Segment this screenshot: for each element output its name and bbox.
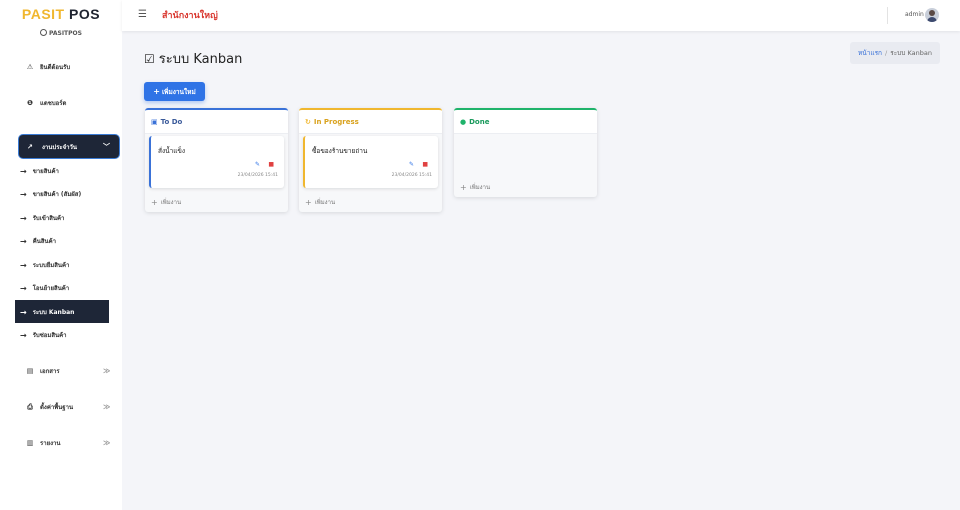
avatar[interactable]	[925, 8, 939, 22]
warning-icon: ⚠	[26, 63, 34, 71]
sidebar-subitem-label: รับเข้าสินค้า	[32, 215, 65, 222]
sidebar-subitem-repair[interactable]: → รับซ่อมสินค้า	[20, 330, 67, 340]
breadcrumb-separator: /	[885, 49, 888, 57]
user-circle-icon	[40, 29, 48, 36]
trash-icon[interactable]: ■	[422, 161, 428, 168]
chevron-right-icon: ≫	[103, 367, 111, 375]
arrow-right-icon: →	[20, 213, 27, 223]
column-header: ↻ In Progress	[299, 108, 442, 134]
chevron-down-icon: ﹀	[103, 142, 110, 151]
user-name[interactable]: admin	[905, 11, 924, 18]
column-title: Done	[469, 117, 490, 126]
sidebar-item-documents[interactable]: ▤ เอกสาร ≫	[26, 366, 111, 376]
sidebar-subitem-sell-touch[interactable]: → ขายสินค้า (สัมผัส)	[20, 189, 81, 199]
sidebar-subitem-label: ขายสินค้า (สัมผัส)	[32, 191, 82, 198]
breadcrumb: หน้าแรก / ระบบ Kanban	[850, 42, 940, 64]
column-add-label: เพิ่มงาน	[314, 199, 336, 206]
card-timestamp: 23/04/2026 15:41	[237, 173, 278, 178]
sidebar: PASIT POS PASITPOS ⚠ ยินดีต้อนรับ ❶ แดชบ…	[0, 0, 122, 510]
chevron-right-icon: ≫	[103, 439, 111, 447]
sidebar-subitem-return[interactable]: → คืนสินค้า	[20, 236, 56, 246]
sidebar-item-label: รายงาน	[40, 440, 61, 447]
column-add-task[interactable]: + เพิ่มงาน	[151, 197, 181, 207]
sidebar-subitem-sell[interactable]: → ขายสินค้า	[20, 166, 59, 176]
add-task-label: เพิ่มงานใหม่	[161, 87, 196, 96]
sidebar-group-label: งานประจำวัน	[42, 143, 78, 151]
column-title: To Do	[160, 117, 183, 126]
arrow-right-icon: →	[20, 307, 27, 317]
menu-icon[interactable]: ☰	[138, 9, 147, 20]
plus-icon: +	[151, 197, 158, 207]
plus-icon: +	[305, 197, 312, 207]
header-divider	[887, 7, 888, 24]
breadcrumb-home[interactable]: หน้าแรก	[858, 48, 882, 58]
column-title: In Progress	[313, 117, 359, 126]
brand-logo[interactable]: PASIT POS	[0, 6, 122, 22]
sidebar-item-welcome[interactable]: ⚠ ยินดีต้อนรับ	[26, 62, 70, 72]
add-task-button[interactable]: + เพิ่มงานใหม่	[144, 82, 205, 101]
report-icon: ▥	[26, 439, 34, 447]
card-timestamp: 23/04/2026 15:41	[391, 173, 432, 178]
card-title: ซื้อของร้านขายถ่าน	[312, 147, 368, 155]
sidebar-item-reports[interactable]: ▥ รายงาน ≫	[26, 438, 111, 448]
card-title: สั่งน้ำแข็ง	[158, 147, 186, 155]
column-header: ● Done	[454, 108, 597, 134]
sidebar-subitem-label: รับซ่อมสินค้า	[32, 332, 67, 339]
sidebar-item-dashboard[interactable]: ❶ แดชบอร์ด	[26, 98, 66, 108]
info-icon: ❶	[27, 99, 33, 107]
arrow-right-icon: →	[20, 166, 27, 176]
sidebar-subitem-label: ระบบยืมสินค้า	[32, 262, 70, 269]
document-icon: ▤	[26, 367, 34, 375]
kanban-card[interactable]: สั่งน้ำแข็ง ✎ ■ 23/04/2026 15:41	[149, 136, 284, 188]
kanban-card[interactable]: ซื้อของร้านขายถ่าน ✎ ■ 23/04/2026 15:41	[303, 136, 438, 188]
top-header: ☰ สำนักงานใหญ่ admin	[122, 0, 960, 31]
clipboard-icon: ▣	[151, 117, 158, 126]
sidebar-subitem-label: คืนสินค้า	[32, 238, 56, 245]
arrow-right-icon: →	[20, 260, 27, 270]
page-title-text: ระบบ Kanban	[158, 52, 243, 67]
arrow-right-icon: →	[20, 283, 27, 293]
arrow-right-icon: →	[20, 189, 27, 199]
chevron-right-icon: ≫	[103, 403, 111, 411]
column-add-task[interactable]: + เพิ่มงาน	[460, 182, 490, 192]
arrow-right-icon: →	[20, 236, 27, 246]
kanban-column-in-progress: ↻ In Progress ซื้อของร้านขายถ่าน ✎ ■ 23/…	[299, 108, 442, 212]
sidebar-subitem-borrow[interactable]: → ระบบยืมสินค้า	[20, 260, 69, 270]
sidebar-group-daily-work[interactable]: ↗ งานประจำวัน ﹀	[19, 135, 119, 158]
sidebar-subitem-label: ขายสินค้า	[32, 168, 59, 175]
page-title: ☑ ระบบ Kanban	[144, 48, 242, 69]
sidebar-subitem-label: โอนย้ายสินค้า	[32, 285, 70, 292]
breadcrumb-current: ระบบ Kanban	[890, 49, 932, 57]
sidebar-subitem-kanban[interactable]: → ระบบ Kanban	[20, 307, 74, 317]
trend-icon: ↗	[27, 142, 33, 151]
printer-icon: ⎙	[27, 402, 33, 411]
column-add-label: เพิ่มงาน	[160, 199, 182, 206]
check-circle-icon: ●	[460, 117, 467, 126]
sidebar-subitem-receive[interactable]: → รับเข้าสินค้า	[20, 213, 64, 223]
sidebar-item-label: แดชบอร์ด	[40, 100, 67, 107]
edit-icon[interactable]: ✎	[255, 161, 260, 168]
column-add-task[interactable]: + เพิ่มงาน	[305, 197, 335, 207]
spinner-icon: ↻	[305, 117, 311, 126]
checklist-icon: ☑	[144, 51, 155, 66]
sidebar-item-label: เอกสาร	[40, 368, 60, 375]
branch-name[interactable]: สำนักงานใหญ่	[162, 8, 218, 22]
arrow-right-icon: →	[20, 330, 27, 340]
edit-icon[interactable]: ✎	[409, 161, 414, 168]
plus-icon: +	[153, 87, 160, 96]
column-add-label: เพิ่มงาน	[469, 184, 491, 191]
sidebar-subitem-label: ระบบ Kanban	[32, 309, 75, 316]
sidebar-subitem-transfer[interactable]: → โอนย้ายสินค้า	[20, 283, 69, 293]
kanban-column-done: ● Done + เพิ่มงาน	[454, 108, 597, 197]
column-header: ▣ To Do	[145, 108, 288, 134]
sidebar-item-label: ยินดีต้อนรับ	[40, 64, 71, 71]
sidebar-item-label: ตั้งค่าพื้นฐาน	[40, 404, 74, 411]
trash-icon[interactable]: ■	[268, 161, 274, 168]
kanban-column-todo: ▣ To Do สั่งน้ำแข็ง ✎ ■ 23/04/2026 15:41…	[145, 108, 288, 212]
plus-icon: +	[460, 182, 467, 192]
sidebar-item-settings[interactable]: ⎙ ตั้งค่าพื้นฐาน ≫	[26, 402, 110, 412]
brand-subtitle: PASITPOS	[0, 29, 122, 37]
